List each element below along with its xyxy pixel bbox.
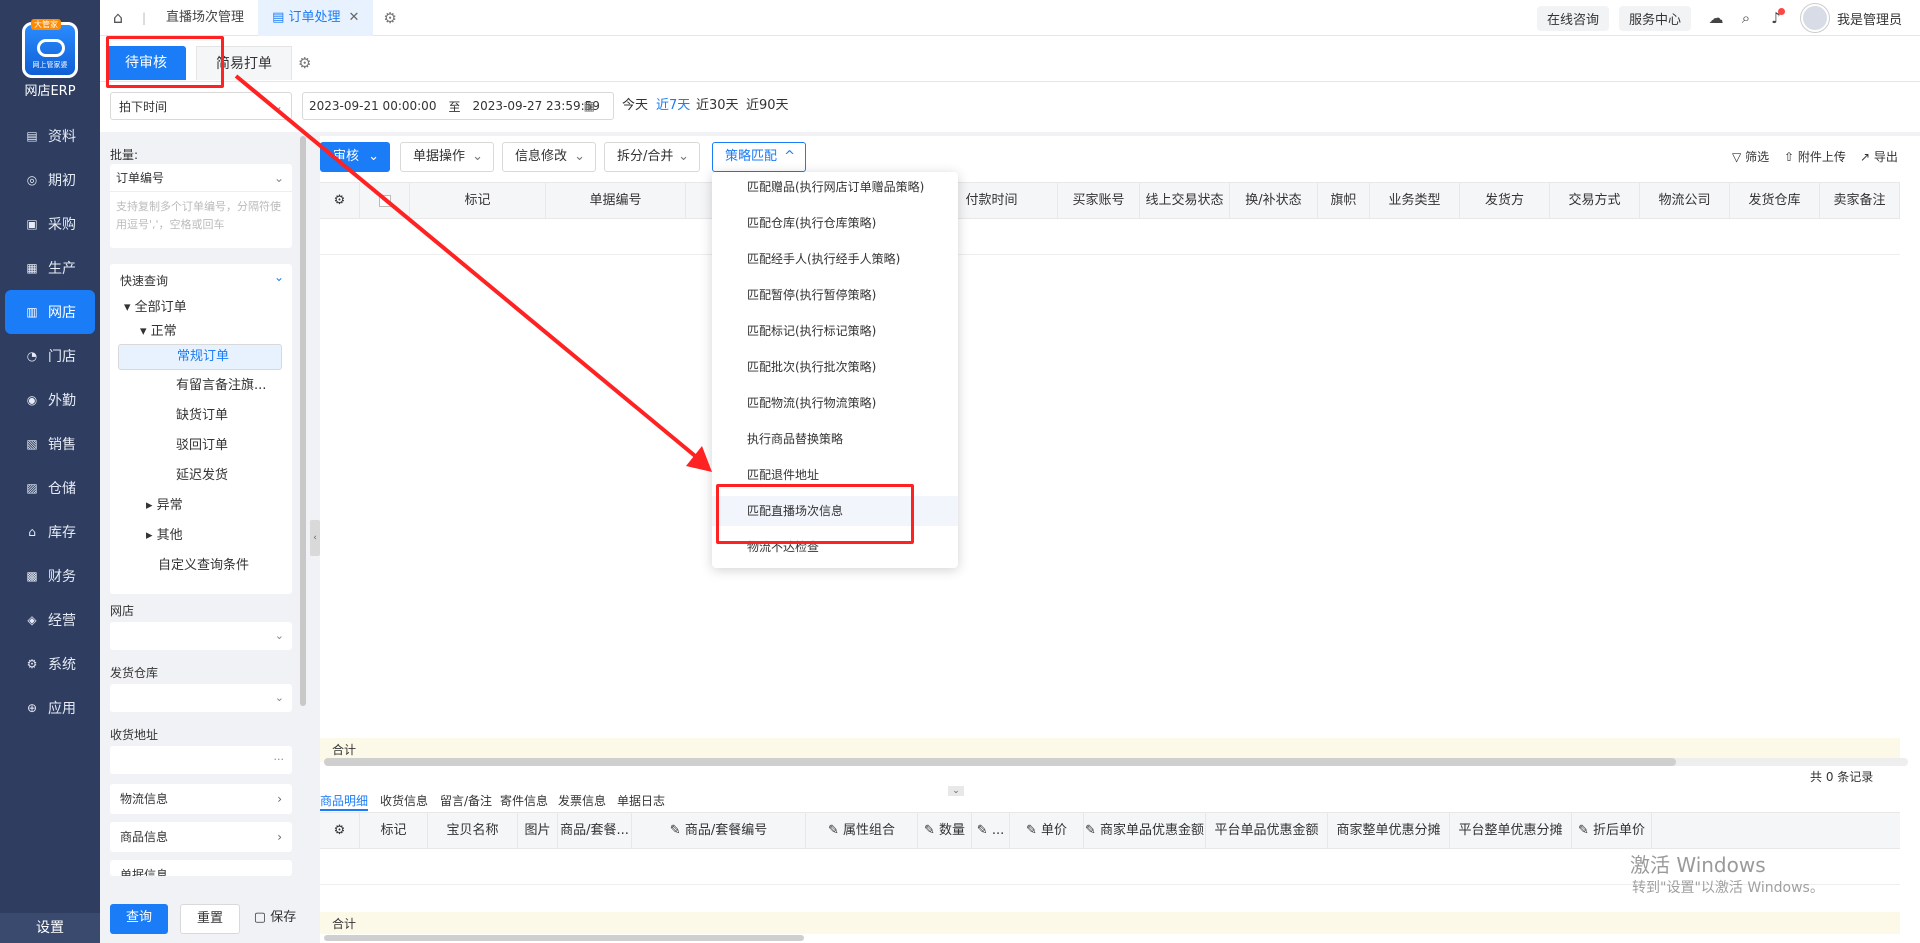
arrow-line	[234, 74, 702, 462]
annotation-arrow	[234, 74, 712, 472]
windows-watermark-sub: 转到"设置"以激活 Windows。	[1632, 880, 1824, 896]
windows-watermark: 激活 Windows	[1630, 853, 1766, 877]
app-root: 大管家 网上管家婆 网店ERP ▤ 资料 ◎ 期初 ▣ 采购 ▦ 生产 ▥ 网店 ◔ 门店 …	[0, 0, 1920, 943]
